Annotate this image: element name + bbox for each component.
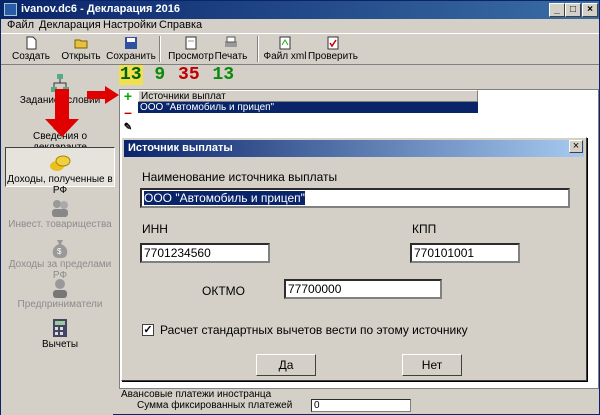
source-name-value: ООО "Автомобиль и прицеп"	[144, 191, 305, 205]
ok-button[interactable]: Да	[256, 354, 316, 376]
dialog-title: Источник выплаты	[124, 140, 584, 157]
menu-file[interactable]: Файл	[7, 19, 34, 31]
printer-icon	[225, 36, 237, 47]
preview-icon	[185, 36, 197, 50]
check-document-icon	[327, 36, 339, 50]
red-arrow-down	[55, 89, 69, 121]
xml-button[interactable]: Файл xml	[259, 36, 311, 64]
sidebar-item-deductions[interactable]: Вычеты	[5, 317, 115, 350]
check-button[interactable]: Проверить	[307, 36, 359, 64]
digit-b: 9	[154, 65, 166, 85]
red-arrow-right	[87, 91, 107, 99]
xml-file-icon	[279, 36, 291, 50]
menu-bar: Файл Декларация Настройки Справка	[1, 19, 599, 33]
standard-deductions-label: Расчет стандартных вычетов вести по этом…	[160, 323, 468, 337]
fixed-payments-field[interactable]: 0	[311, 399, 411, 412]
title-bar: ivanov.dc6 - Декларация 2016 _ □ ×	[1, 1, 599, 19]
open-label: Открыть	[61, 51, 101, 62]
bottom-panel: Авансовые платежи иностранца Сумма фикси…	[119, 389, 599, 415]
maximize-button[interactable]: □	[565, 3, 581, 17]
create-label: Создать	[11, 51, 50, 62]
cancel-button[interactable]: Нет	[402, 354, 462, 376]
fixed-payments-label: Сумма фиксированных платежей	[137, 400, 293, 411]
close-button[interactable]: ×	[582, 3, 598, 17]
minimize-button[interactable]: _	[549, 3, 565, 17]
menu-declaration[interactable]: Декларация	[39, 19, 101, 31]
create-button[interactable]: Создать	[5, 36, 57, 64]
menu-settings[interactable]: Настройки	[103, 19, 157, 31]
digit-c: 35	[178, 65, 200, 85]
menu-help[interactable]: Справка	[159, 19, 202, 31]
save-button[interactable]: Сохранить	[105, 36, 157, 64]
toolbar: Создать Открыть Сохранить Просмотр Печат…	[1, 33, 599, 65]
new-file-icon	[26, 36, 37, 50]
people-icon	[52, 200, 68, 217]
app-icon	[4, 3, 17, 16]
summary-digits: 13 9 35 13	[119, 65, 235, 85]
list-item[interactable]: ООО "Автомобиль и прицеп"	[138, 102, 478, 113]
digit-a: 13	[119, 65, 143, 85]
xml-label: Файл xml	[263, 51, 307, 62]
standard-deductions-checkbox[interactable]: ✓	[142, 324, 154, 336]
check-label: Проверить	[307, 51, 358, 62]
add-source-icon[interactable]: +	[122, 89, 134, 103]
calculator-icon	[53, 319, 67, 337]
svg-text:$: $	[57, 247, 62, 256]
oktmo-label: ОКТМО	[202, 284, 245, 298]
sidebar-item-invest[interactable]: Инвест. товарищества	[5, 197, 115, 230]
window-title: ivanov.dc6 - Декларация 2016	[21, 3, 180, 15]
sidebar-item-label: Доходы, полученные в РФ	[7, 174, 113, 196]
sidebar-item-income-rf[interactable]: Доходы, полученные в РФ	[5, 147, 115, 196]
list-header: Источники выплат	[138, 90, 478, 102]
kpp-label: КПП	[412, 222, 437, 236]
toolbar-separator	[159, 36, 161, 62]
money-bag-icon: $	[52, 240, 68, 258]
app-window: ivanov.dc6 - Декларация 2016 _ □ × Файл …	[0, 0, 600, 415]
oktmo-field[interactable]: 77700000	[284, 279, 442, 299]
save-label: Сохранить	[106, 51, 156, 62]
businessman-icon	[53, 279, 67, 298]
coins-icon	[50, 155, 71, 171]
open-button[interactable]: Открыть	[55, 36, 107, 64]
print-label: Печать	[214, 51, 248, 62]
sidebar-item-label: Предприниматели	[17, 299, 103, 310]
inn-field[interactable]: 7701234560	[140, 243, 270, 263]
floppy-icon	[125, 37, 137, 49]
kpp-field[interactable]: 770101001	[410, 243, 520, 263]
sidebar-item-label: Вычеты	[41, 339, 79, 350]
source-name-field[interactable]: ООО "Автомобиль и прицеп"	[140, 188, 570, 208]
sidebar-item-entrepreneurs[interactable]: Предприниматели	[5, 277, 115, 310]
remove-source-icon[interactable]: –	[122, 105, 134, 119]
dialog-close-button[interactable]: ×	[569, 140, 583, 153]
advance-payments-label: Авансовые платежи иностранца	[121, 389, 272, 400]
name-label: Наименование источника выплаты	[142, 170, 338, 184]
payment-source-dialog: Источник выплаты × Наименование источник…	[121, 137, 587, 381]
sidebar-item-income-abroad[interactable]: $ Доходы за пределами РФ	[5, 237, 115, 281]
print-button[interactable]: Печать	[205, 36, 257, 64]
inn-label: ИНН	[142, 222, 168, 236]
edit-source-icon[interactable]: ✎	[122, 122, 134, 134]
open-folder-icon	[74, 39, 88, 49]
red-arrow-down-head	[45, 119, 79, 137]
digit-d: 13	[212, 65, 235, 85]
red-arrow-right-head	[105, 86, 119, 104]
sidebar-item-label: Инвест. товарищества	[8, 219, 112, 230]
